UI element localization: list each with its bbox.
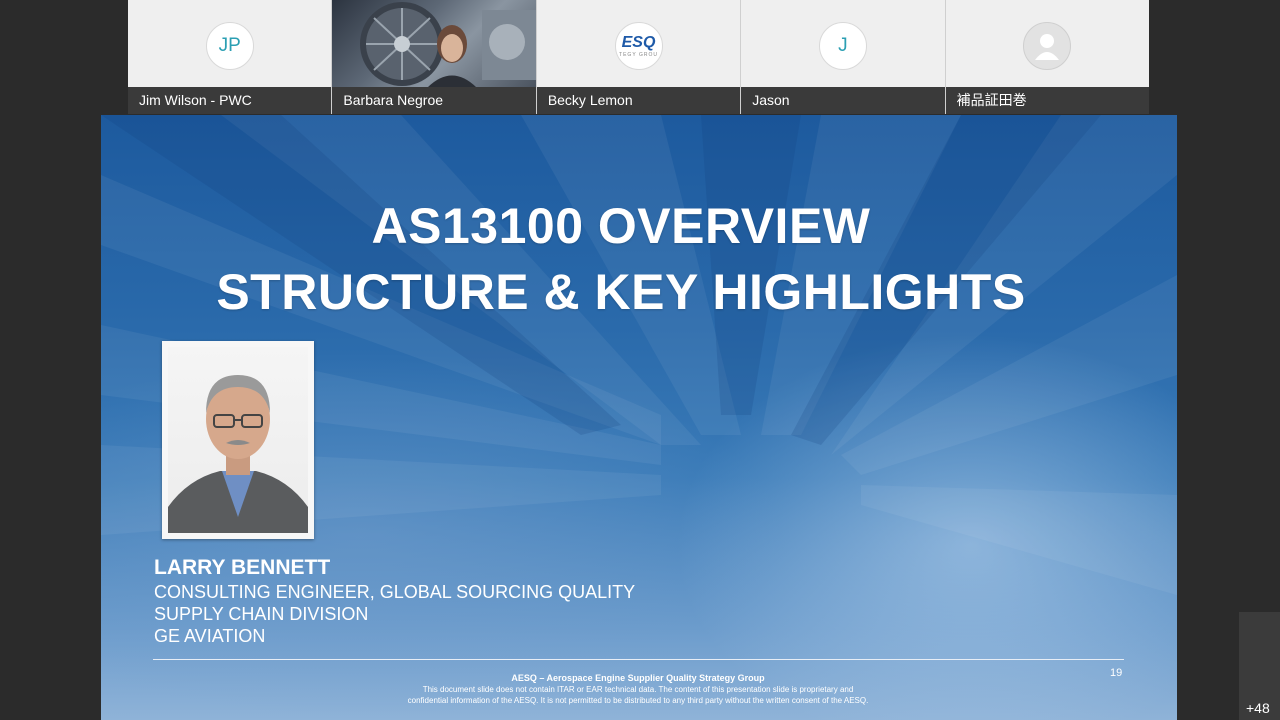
footer-disclaimer-line-2: confidential information of the AESQ. It… [407, 696, 869, 705]
presenter-division: SUPPLY CHAIN DIVISION [154, 604, 369, 624]
presenter-name: LARRY BENNETT [154, 556, 331, 579]
participant-name: Jason [741, 87, 945, 114]
participant-tile-barbara-negroe[interactable]: Barbara Negroe [332, 0, 537, 114]
presenter-portrait [168, 375, 308, 533]
participant-avatar: ESQ TEGY GROU [614, 22, 663, 70]
participant-strip: JP Jim Wilson - PWC Barbara Negroe ESQ T… [128, 0, 1150, 114]
participant-tile-becky-lemon[interactable]: ESQ TEGY GROU Becky Lemon [536, 0, 742, 114]
more-participants-button[interactable]: +48 [1239, 612, 1280, 720]
participant-avatar: J [818, 22, 867, 70]
more-participants-count: +48 [1246, 700, 1270, 716]
footer-disclaimer-line-1: This document slide does not contain ITA… [422, 685, 854, 694]
participant-tile-jason[interactable]: J Jason [741, 0, 946, 114]
participant-video-feed [360, 2, 536, 87]
footer-title: AESQ – Aerospace Engine Supplier Quality… [511, 673, 765, 683]
participant-name: Becky Lemon [536, 87, 741, 114]
presenter-photo [162, 341, 314, 539]
avatar-initials: J [838, 35, 848, 56]
shared-screen-slide: AS13100 OVERVIEW STRUCTURE & KEY HIGHLIG… [101, 115, 1177, 720]
participant-avatar: JP [205, 22, 254, 70]
slide-title-line-1: AS13100 OVERVIEW [371, 198, 871, 254]
participant-name: Jim Wilson - PWC [128, 87, 332, 114]
presenter-photo-image [168, 347, 308, 533]
participant-tile-jim-wilson[interactable]: JP Jim Wilson - PWC [128, 0, 333, 114]
participant-avatar [1023, 22, 1072, 70]
participant-name: 補品証田巻 [945, 87, 1150, 114]
participant-tile-5[interactable]: 補品証田巻 [945, 0, 1150, 114]
presenter-company: GE AVIATION [154, 626, 266, 646]
meeting-window: JP Jim Wilson - PWC Barbara Negroe ESQ T… [0, 0, 1280, 720]
footer-divider [153, 659, 1124, 660]
slide-title-line-2: STRUCTURE & KEY HIGHLIGHTS [216, 264, 1026, 320]
logo-text: ESQ [621, 33, 656, 51]
aesq-logo-icon: ESQ TEGY GROU [619, 33, 658, 58]
avatar-initials: JP [218, 35, 241, 56]
participant-name: Barbara Negroe [332, 87, 536, 114]
logo-subtext: TEGY GROU [619, 51, 658, 58]
person-icon [1035, 34, 1060, 60]
presenter-title: CONSULTING ENGINEER, GLOBAL SOURCING QUA… [154, 582, 636, 602]
slide-page-number: 19 [1110, 667, 1123, 679]
